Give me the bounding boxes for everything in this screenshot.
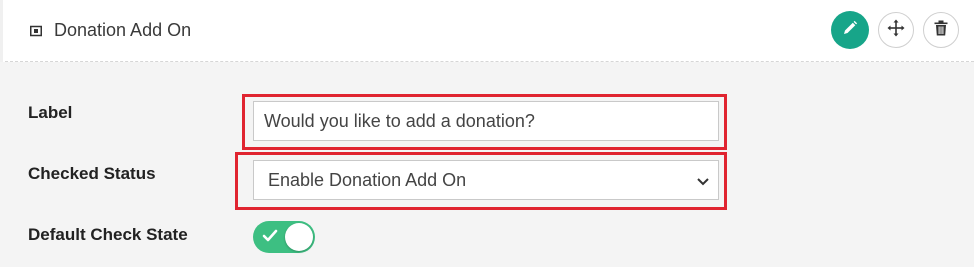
default-check-state-label: Default Check State xyxy=(28,225,188,244)
default-check-state-toggle[interactable] xyxy=(253,221,315,253)
label-field-label: Label xyxy=(28,103,73,122)
card-header: Donation Add On xyxy=(0,0,974,62)
header-title-group: Donation Add On xyxy=(30,18,191,42)
move-arrows-icon xyxy=(887,19,905,42)
move-button[interactable] xyxy=(878,12,914,48)
checked-status-value: Enable Donation Add On xyxy=(268,169,467,190)
delete-button[interactable] xyxy=(923,12,959,48)
money-bill-icon xyxy=(30,24,42,37)
header-left-rule xyxy=(0,0,3,62)
toggle-knob xyxy=(285,223,313,251)
check-icon xyxy=(262,229,278,248)
checked-status-select[interactable]: Enable Donation Add On xyxy=(253,160,719,200)
chevron-down-icon xyxy=(696,172,710,193)
edit-button[interactable] xyxy=(831,11,869,49)
header-actions xyxy=(831,11,959,49)
trash-icon xyxy=(934,20,948,41)
page-title: Donation Add On xyxy=(54,19,192,40)
checked-status-label: Checked Status xyxy=(28,164,156,183)
pencil-icon xyxy=(842,20,858,41)
label-input[interactable] xyxy=(253,101,719,141)
